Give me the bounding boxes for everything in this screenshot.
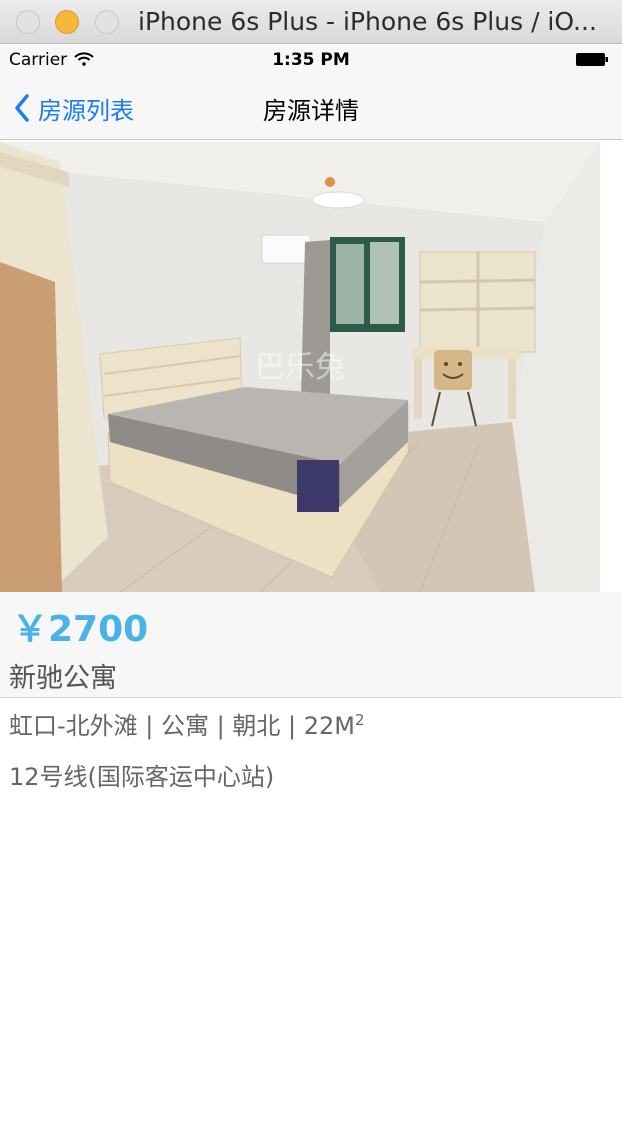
house-photo[interactable]: 巴乐兔 — [0, 142, 600, 592]
price-label: ￥2700 — [12, 609, 149, 650]
simulator-window-bar: iPhone 6s Plus - iPhone 6s Plus / iO... — [0, 0, 622, 44]
status-time: 1:35 PM — [272, 50, 350, 70]
subway-info: 12号线(国际客运中心站) — [9, 763, 275, 791]
house-name: 新驰公寓 — [9, 663, 117, 694]
window-minimize-button[interactable] — [55, 10, 79, 34]
window-zoom-button[interactable] — [95, 10, 119, 34]
photo-watermark: 巴乐兔 — [255, 351, 345, 384]
page-title: 房源详情 — [263, 97, 359, 125]
navigation-bar: 房源列表 房源详情 — [0, 76, 622, 140]
bedroom-image: 巴乐兔 — [0, 142, 600, 592]
house-details: 虹口-北外滩 | 公寓 | 朝北 | 22M2 — [9, 706, 364, 741]
status-bar: Carrier 1:35 PM — [0, 44, 622, 76]
house-details-text: 虹口-北外滩 | 公寓 | 朝北 | 22M — [9, 712, 355, 740]
area-superscript: 2 — [354, 711, 365, 729]
price-section: ￥2700 新驰公寓 — [0, 592, 622, 698]
window-close-button[interactable] — [16, 10, 40, 34]
battery-icon — [576, 53, 608, 66]
window-title: iPhone 6s Plus - iPhone 6s Plus / iO... — [138, 7, 597, 36]
